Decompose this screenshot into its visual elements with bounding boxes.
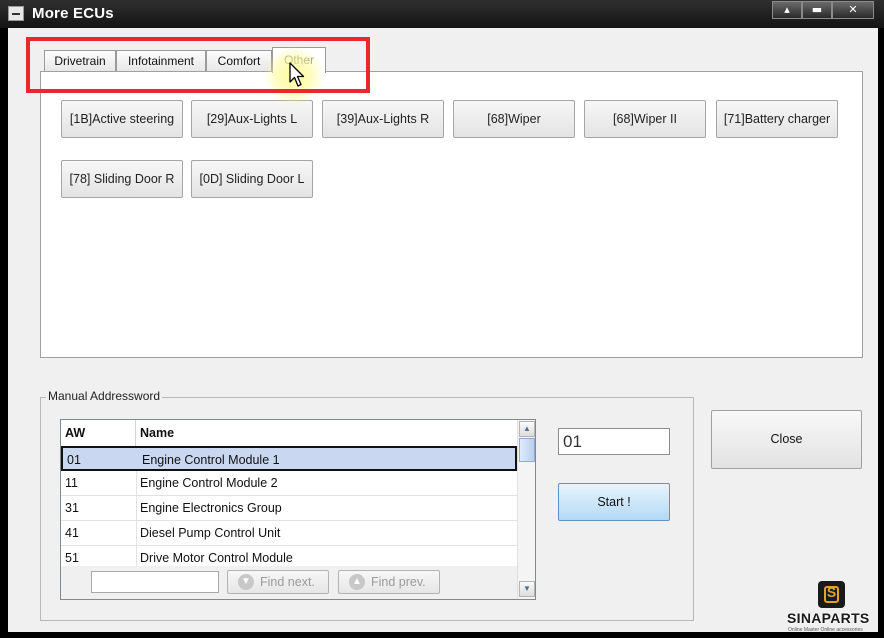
logo-badge-icon: S (818, 581, 845, 608)
minimize-button[interactable]: ▴ (772, 1, 802, 19)
scroll-thumb[interactable] (519, 438, 535, 462)
list-header: AW Name (61, 420, 517, 447)
row-aw: 11 (65, 476, 78, 490)
row-name: Engine Electronics Group (140, 501, 282, 515)
ecu-button-battery-charger[interactable]: [71]Battery charger (716, 100, 838, 138)
list-item-selected[interactable]: 01 Engine Control Module 1 (61, 446, 517, 471)
ecu-button-wiper[interactable]: [68]Wiper (453, 100, 575, 138)
find-next-button[interactable]: ▼ Find next. (227, 570, 329, 594)
list-item[interactable]: 41 Diesel Pump Control Unit (61, 521, 517, 546)
start-button[interactable]: Start ! (558, 483, 670, 521)
restore-button[interactable]: ▬ (802, 1, 832, 19)
list-item[interactable]: 31 Engine Electronics Group (61, 496, 517, 521)
ecu-button-aux-lights-right[interactable]: [39]Aux-Lights R (322, 100, 444, 138)
more-ecus-window: More ECUs ▴ ▬ ✕ Drivetrain Infotainment … (0, 0, 884, 638)
ecu-button-sliding-door-right[interactable]: [78] Sliding Door R (61, 160, 183, 198)
find-bar: ▼ Find next. ▲ Find prev. (61, 566, 517, 599)
row-name: Engine Control Module 2 (140, 476, 278, 490)
mouse-cursor-icon (289, 62, 305, 87)
find-prev-button[interactable]: ▲ Find prev. (338, 570, 440, 594)
row-aw: 01 (67, 453, 81, 467)
scroll-up-icon[interactable]: ▲ (519, 421, 535, 437)
arrow-down-circle-icon: ▼ (238, 574, 254, 590)
dialog-client-area: Drivetrain Infotainment Comfort Other [1… (8, 28, 878, 632)
row-aw: 31 (65, 501, 79, 515)
list-item[interactable]: 11 Engine Control Module 2 (61, 471, 517, 496)
ecu-button-active-steering[interactable]: [1B]Active steering (61, 100, 183, 138)
row-name: Diesel Pump Control Unit (140, 526, 281, 540)
find-prev-label: Find prev. (371, 575, 426, 589)
close-window-button[interactable]: ✕ (832, 1, 874, 19)
close-button[interactable]: Close (711, 410, 862, 469)
sinaparts-watermark-logo: S SINAPARTS Online Master Online accesso… (786, 580, 882, 636)
addressword-list[interactable]: AW Name 01 Engine Control Module 1 11 En… (60, 419, 536, 600)
other-ecus-panel: [1B]Active steering [29]Aux-Lights L [39… (40, 71, 863, 358)
arrow-up-circle-icon: ▲ (349, 574, 365, 590)
column-header-aw[interactable]: AW (61, 420, 136, 446)
addressword-input[interactable]: 01 (558, 428, 670, 455)
ecu-button-sliding-door-left[interactable]: [0D] Sliding Door L (191, 160, 313, 198)
find-input[interactable] (91, 571, 219, 593)
window-icon (8, 6, 24, 21)
column-header-name[interactable]: Name (136, 420, 517, 446)
find-next-label: Find next. (260, 575, 315, 589)
row-name: Engine Control Module 1 (142, 453, 280, 467)
manual-addressword-label: Manual Addressword (46, 389, 163, 403)
row-aw: 41 (65, 526, 79, 540)
list-scrollbar[interactable]: ▲ ▼ (517, 420, 535, 599)
ecu-button-wiper-2[interactable]: [68]Wiper II (584, 100, 706, 138)
logo-text: SINAPARTS (787, 610, 870, 626)
scroll-down-icon[interactable]: ▼ (519, 581, 535, 597)
logo-subtext: Online Master Online accessories (788, 627, 863, 633)
title-bar[interactable]: More ECUs ▴ ▬ ✕ (0, 0, 884, 28)
window-title: More ECUs (32, 5, 114, 22)
tab-highlight-annotation (26, 37, 370, 93)
